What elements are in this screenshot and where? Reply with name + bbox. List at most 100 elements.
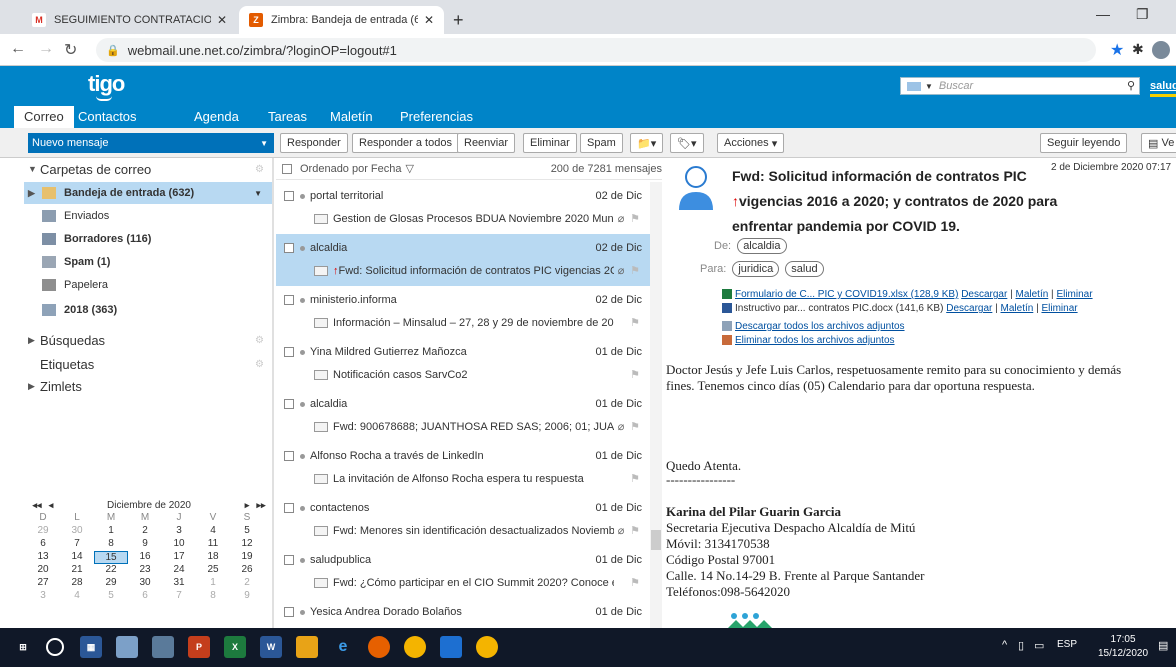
calendar-day[interactable]: 5 [94, 590, 128, 603]
searches-header[interactable]: ▶ Búsquedas ⚙ [24, 329, 274, 351]
close-icon[interactable]: ✕ [424, 13, 434, 27]
briefcase-link[interactable]: Maletín [1015, 289, 1048, 300]
network-icon[interactable]: ▭ [1034, 639, 1044, 652]
tags-header[interactable]: Etiquetas ⚙ [24, 353, 274, 375]
chrome-icon[interactable] [476, 636, 498, 658]
calendar-day[interactable]: 30 [60, 525, 94, 538]
calendar-day[interactable]: 13 [26, 551, 60, 564]
new-message-button[interactable]: Nuevo mensaje ▼ [28, 133, 274, 153]
sidebar-item-2018[interactable]: 2018 (363) [24, 299, 274, 321]
calendar-day[interactable]: 17 [162, 551, 196, 564]
url-field[interactable]: 🔒 webmail.une.net.co/zimbra/?loginOP=log… [96, 38, 1096, 62]
download-link[interactable]: Descargar [961, 289, 1007, 300]
calendar-day[interactable]: 31 [162, 577, 196, 590]
message-row[interactable]: saludpublica 01 de Dic Fwd: ¿Cómo particip… [276, 546, 650, 598]
calendar-day[interactable]: 8 [94, 538, 128, 551]
flag-icon[interactable]: ⚑ [628, 576, 642, 589]
download-link[interactable]: Descargar [946, 303, 992, 314]
message-checkbox[interactable] [284, 243, 294, 253]
zimlets-header[interactable]: ▶ Zimlets [24, 375, 274, 397]
message-row[interactable]: alcaldia 02 de Dic ↑ Fwd: Solicitud informa… [276, 234, 650, 286]
calendar-day[interactable]: 27 [26, 577, 60, 590]
flag-icon[interactable]: ⚑ [628, 212, 642, 225]
calendar-day[interactable]: 1 [196, 577, 230, 590]
message-row[interactable]: Yina Mildred Gutierrez Mañozca 01 de Dic N… [276, 338, 650, 390]
battery-icon[interactable]: ▯ [1018, 639, 1024, 652]
forward-button[interactable]: Reenviar [457, 133, 516, 153]
reply-all-button[interactable]: Responder a todos [352, 133, 459, 153]
next-month-icon[interactable]: ▸ [240, 500, 254, 511]
calendar-day[interactable]: 24 [162, 564, 196, 577]
calendar-day[interactable]: 23 [128, 564, 162, 577]
unread-dot-icon[interactable] [300, 609, 305, 615]
reload-icon[interactable]: ↻ [64, 40, 77, 60]
tray-chevron-icon[interactable]: ^ [1002, 639, 1007, 651]
chevron-down-icon[interactable]: ▼ [925, 82, 933, 91]
tab-correo[interactable]: Correo [14, 106, 74, 128]
list-scrollbar[interactable] [650, 182, 662, 628]
calendar-day[interactable]: 1 [94, 525, 128, 538]
unread-dot-icon[interactable] [300, 401, 305, 407]
tab-preferencias[interactable]: Preferencias [400, 109, 473, 124]
spam-button[interactable]: Spam [580, 133, 623, 153]
restore-icon[interactable]: ❐ [1136, 6, 1149, 23]
to-pill[interactable]: juridica [732, 261, 780, 277]
message-checkbox[interactable] [284, 555, 294, 565]
flag-icon[interactable]: ⚑ [628, 524, 642, 537]
flag-icon[interactable]: ⚑ [628, 368, 642, 381]
calendar-day[interactable]: 30 [128, 577, 162, 590]
browser-tab-zimbra[interactable]: Z Zimbra: Bandeja de entrada (632) ✕ [239, 6, 444, 34]
pane-splitter[interactable] [272, 158, 274, 628]
gear-icon[interactable]: ⚙ [255, 359, 264, 370]
remove-link[interactable]: Eliminar [1056, 289, 1092, 300]
download-all-link[interactable]: Descargar todos los archivos adjuntos [735, 321, 905, 332]
close-icon[interactable]: ✕ [217, 13, 227, 27]
chevron-right-icon[interactable]: ▶ [28, 188, 40, 199]
remove-link[interactable]: Eliminar [1041, 303, 1077, 314]
sidebar-item-spam[interactable]: Spam (1) [24, 251, 274, 273]
message-checkbox[interactable] [284, 191, 294, 201]
flag-icon[interactable]: ⚑ [628, 420, 642, 433]
calendar-day[interactable]: 3 [162, 525, 196, 538]
calendar-day[interactable]: 7 [60, 538, 94, 551]
sidebar-item-inbox[interactable]: ▶ Bandeja de entrada (632) ▼ [24, 182, 274, 204]
calendar-day[interactable]: 29 [26, 525, 60, 538]
calendar-day[interactable]: 5 [230, 525, 264, 538]
chrome-icon[interactable] [404, 636, 426, 658]
calendar-day[interactable]: 10 [162, 538, 196, 551]
calendar-day[interactable]: 7 [162, 590, 196, 603]
chevron-right-icon[interactable]: ▶ [28, 335, 40, 346]
tab-maletin[interactable]: Maletín [330, 109, 373, 124]
message-checkbox[interactable] [284, 503, 294, 513]
calendar-day[interactable]: 21 [60, 564, 94, 577]
calendar-day[interactable]: 6 [128, 590, 162, 603]
message-row[interactable]: contactenos 01 de Dic Fwd: Menores sin ide… [276, 494, 650, 546]
message-checkbox[interactable] [284, 295, 294, 305]
calendar-day[interactable]: 4 [60, 590, 94, 603]
file-explorer-icon[interactable] [296, 636, 318, 658]
message-row[interactable]: Yesica Andrea Dorado Bolaños01 de DicSOL… [276, 598, 650, 628]
back-icon[interactable]: ← [10, 40, 26, 58]
message-row[interactable]: alcaldia 01 de Dic Fwd: 900678688; JUANTHO… [276, 390, 650, 442]
extensions-icon[interactable]: ✱ [1132, 41, 1144, 58]
calendar-day[interactable]: 22 [94, 564, 128, 577]
folders-header[interactable]: ▼ Carpetas de correo ⚙ [24, 158, 274, 180]
language-indicator[interactable]: ESP [1057, 639, 1077, 650]
search-input[interactable]: ▼ Buscar ⚲ [900, 77, 1140, 95]
calendar-day[interactable]: 28 [60, 577, 94, 590]
chevron-down-icon[interactable]: ▼ [254, 189, 262, 198]
message-row[interactable]: ministerio.informa 02 de Dic Información –… [276, 286, 650, 338]
sidebar-item-sent[interactable]: Enviados [24, 205, 274, 227]
message-checkbox[interactable] [284, 451, 294, 461]
calendar-day[interactable]: 9 [230, 590, 264, 603]
calendar-day[interactable]: 15 [94, 551, 128, 564]
flag-icon[interactable]: ⚑ [628, 472, 642, 485]
unread-dot-icon[interactable] [300, 557, 305, 563]
calendar-day[interactable]: 8 [196, 590, 230, 603]
calendar-day[interactable]: 18 [196, 551, 230, 564]
search-icon[interactable]: ⚲ [1127, 79, 1135, 92]
calendar-day[interactable]: 16 [128, 551, 162, 564]
chevron-down-icon[interactable]: ▼ [28, 164, 40, 174]
message-checkbox[interactable] [284, 347, 294, 357]
actions-button[interactable]: Acciones ▾ [717, 133, 785, 153]
